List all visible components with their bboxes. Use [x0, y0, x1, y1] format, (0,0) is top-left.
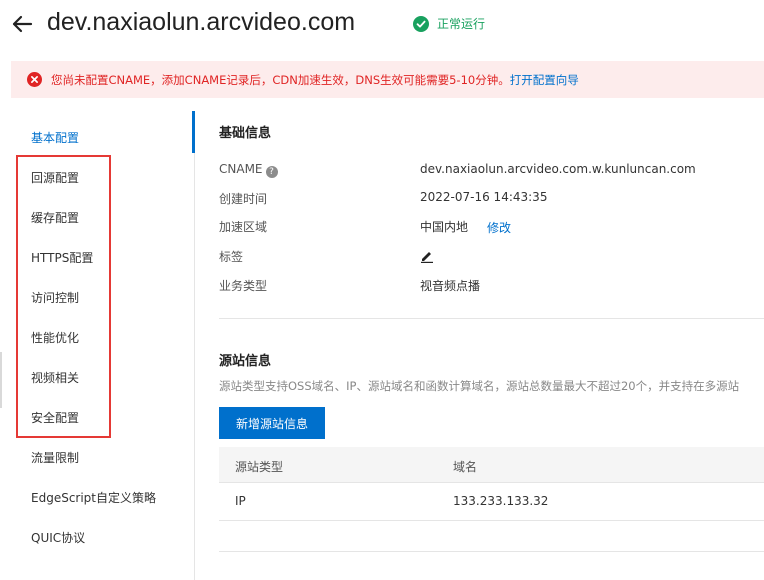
- error-circle-icon: [27, 72, 42, 87]
- edit-region-link[interactable]: 修改: [487, 219, 511, 236]
- sidebar-item-basic-config[interactable]: 基本配置: [31, 129, 79, 146]
- page-header: dev.naxiaolun.arcvideo.com 正常运行: [0, 0, 764, 52]
- section-divider-bottom: [219, 551, 764, 552]
- business-type-value: 视音频点播: [420, 279, 481, 293]
- table-header: 源站类型 域名: [219, 447, 764, 483]
- column-header-domain: 域名: [453, 460, 478, 474]
- section-divider: [219, 318, 764, 319]
- scroll-edge: [0, 352, 2, 408]
- tags-label: 标签: [219, 250, 244, 264]
- origin-description: 源站类型支持OSS域名、IP、源站域名和函数计算域名，源站总数量最大不超过20个…: [219, 379, 740, 393]
- alert-message: 您尚未配置CNAME，添加CNAME记录后，CDN加速生效，DNS生效可能需要5…: [51, 72, 510, 87]
- column-header-origin-type: 源站类型: [235, 460, 284, 474]
- check-circle-icon: [413, 15, 429, 32]
- created-time-label: 创建时间: [219, 192, 268, 206]
- annotation-highlight-box: [16, 155, 111, 438]
- basic-info-title: 基础信息: [219, 126, 272, 141]
- sidebar-active-indicator: [192, 111, 195, 153]
- help-icon[interactable]: ?: [265, 166, 278, 178]
- business-type-label: 业务类型: [219, 279, 268, 293]
- region-label: 加速区域: [219, 220, 268, 234]
- origin-info-title: 源站信息: [219, 354, 272, 369]
- status-badge: 正常运行: [413, 15, 485, 32]
- origin-table: 源站类型 域名 IP 133.233.133.32: [219, 447, 764, 521]
- back-arrow-icon[interactable]: [10, 12, 34, 36]
- status-text: 正常运行: [437, 17, 486, 31]
- table-row: IP 133.233.133.32: [219, 483, 764, 521]
- cname-alert: 您尚未配置CNAME，添加CNAME记录后，CDN加速生效，DNS生效可能需要5…: [11, 61, 764, 98]
- sidebar-item-quic[interactable]: QUIC协议: [31, 529, 85, 546]
- cname-value: dev.naxiaolun.arcvideo.com.w.kunluncan.c…: [420, 162, 696, 176]
- created-time-value: 2022-07-16 14:43:35: [420, 190, 548, 204]
- sidebar-item-edgescript[interactable]: EdgeScript自定义策略: [31, 489, 156, 506]
- origin-domain-cell: 133.233.133.32: [453, 494, 549, 508]
- edit-icon[interactable]: [420, 249, 434, 263]
- add-origin-button[interactable]: 新增源站信息: [219, 407, 325, 439]
- region-value: 中国内地: [420, 220, 469, 234]
- config-wizard-link[interactable]: 打开配置向导: [510, 72, 579, 88]
- sidebar-item-traffic-limit[interactable]: 流量限制: [31, 449, 79, 466]
- cname-label: CNAME?: [219, 162, 278, 178]
- origin-type-cell: IP: [235, 494, 246, 508]
- page-title: dev.naxiaolun.arcvideo.com: [47, 8, 356, 36]
